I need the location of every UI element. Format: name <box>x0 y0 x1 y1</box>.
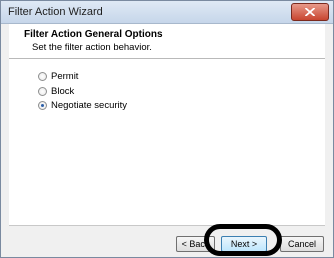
option-label: Negotiate security <box>51 99 128 111</box>
title-bar[interactable]: Filter Action Wizard <box>1 1 333 24</box>
wizard-content: Permit Block Negotiate security <box>9 59 325 225</box>
cancel-button[interactable]: Cancel <box>280 236 324 252</box>
option-label: Block <box>51 85 75 97</box>
wizard-header: Filter Action General Options Set the fi… <box>9 24 325 59</box>
option-block[interactable]: Block <box>38 84 74 98</box>
option-negotiate-security[interactable]: Negotiate security <box>38 98 127 112</box>
option-label: Permit <box>51 70 79 82</box>
option-permit[interactable]: Permit <box>38 69 78 83</box>
filter-action-wizard-window: Filter Action Wizard Filter Action Gener… <box>0 0 334 258</box>
header-subtitle: Set the filter action behavior. <box>32 42 152 53</box>
close-button[interactable] <box>291 3 329 21</box>
back-button[interactable]: < Back <box>176 236 215 252</box>
radio-negotiate-security[interactable] <box>38 100 47 110</box>
next-button[interactable]: Next > <box>221 236 267 252</box>
radio-block[interactable] <box>38 86 47 96</box>
footer-divider <box>9 225 325 226</box>
close-icon <box>305 8 315 16</box>
window-title: Filter Action Wizard <box>8 6 103 18</box>
header-title: Filter Action General Options <box>24 29 163 40</box>
radio-permit[interactable] <box>38 71 47 81</box>
